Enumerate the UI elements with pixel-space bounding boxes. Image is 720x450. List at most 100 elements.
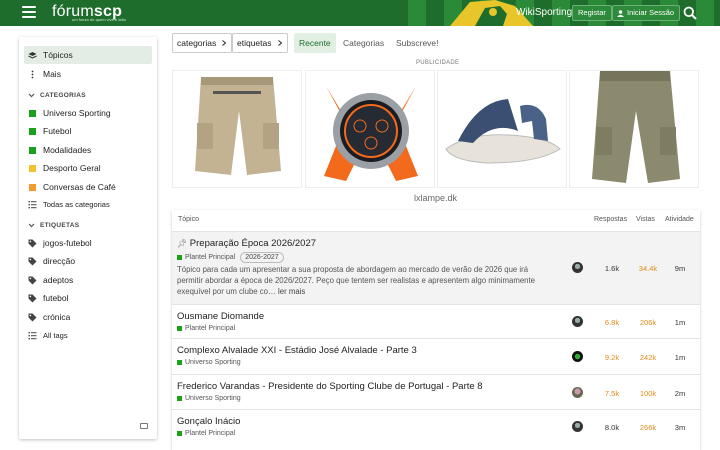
topic-tag[interactable]: 2026-2027 bbox=[240, 252, 284, 263]
all-tags-label: All tags bbox=[43, 330, 68, 340]
sidebar-item-tag[interactable]: jogos-futebol bbox=[24, 234, 152, 252]
replies-count[interactable]: 8.0k bbox=[598, 423, 626, 432]
table-row[interactable]: Gonçalo Inácio Plantel Principal 8.0k 26… bbox=[172, 409, 700, 450]
categories-section-header[interactable]: CATEGORIAS bbox=[28, 92, 86, 99]
category-color-square bbox=[177, 326, 182, 331]
search-icon[interactable] bbox=[683, 6, 697, 20]
tab-recent[interactable]: Recente bbox=[294, 33, 336, 53]
table-row[interactable]: Ousmane Diomande Plantel Principal 6.8k … bbox=[172, 304, 700, 338]
topic-list: Tópico Respostas Vistas Atividade 📌︎ Pre… bbox=[172, 210, 700, 450]
ad-product-watch[interactable] bbox=[305, 70, 435, 188]
activity-time[interactable]: 1m bbox=[667, 353, 693, 362]
replies-count[interactable]: 7.5k bbox=[598, 389, 626, 398]
category-name: Universo Sporting bbox=[185, 395, 241, 402]
col-header-replies[interactable]: Respostas bbox=[594, 216, 627, 223]
topic-title-link[interactable]: 📌︎ Preparação Época 2026/2027 bbox=[177, 238, 316, 249]
replies-count[interactable]: 9.2k bbox=[598, 353, 626, 362]
sidebar-item-all-tags[interactable]: All tags bbox=[24, 326, 152, 344]
category-label: Universo Sporting bbox=[43, 108, 111, 118]
sidebar-item-all-categories[interactable]: Todas as categorias bbox=[24, 195, 152, 213]
read-more-link[interactable]: ler mais bbox=[278, 287, 305, 296]
hamburger-menu-icon[interactable] bbox=[22, 6, 36, 19]
category-color-square bbox=[177, 396, 182, 401]
category-color-square bbox=[29, 127, 36, 135]
sidebar-item-category[interactable]: Desporto Geral bbox=[24, 159, 152, 177]
avatar[interactable] bbox=[572, 421, 583, 432]
col-header-topic[interactable]: Tópico bbox=[178, 216, 199, 223]
category-label: Futebol bbox=[43, 126, 72, 136]
chevron-right-icon bbox=[277, 40, 282, 46]
sidebar-item-category[interactable]: Conversas de Café bbox=[24, 178, 152, 196]
category-color-square bbox=[29, 183, 36, 191]
tag-icon bbox=[28, 276, 37, 285]
replies-count[interactable]: 6.8k bbox=[598, 318, 626, 327]
topic-category[interactable]: Universo Sporting bbox=[177, 395, 241, 402]
tag-label: crónica bbox=[43, 312, 71, 322]
chevron-down-icon bbox=[28, 93, 35, 98]
table-row[interactable]: Frederico Varandas - Presidente do Sport… bbox=[172, 374, 700, 409]
avatar[interactable] bbox=[572, 316, 583, 327]
table-row[interactable]: 📌︎ Preparação Época 2026/2027 Plantel Pr… bbox=[172, 231, 700, 304]
tag-icon bbox=[28, 313, 37, 322]
all-categories-label: Todas as categorias bbox=[43, 199, 110, 209]
activity-time[interactable]: 3m bbox=[667, 423, 693, 432]
category-color-square bbox=[177, 255, 182, 260]
sidebar-item-tag[interactable]: adeptos bbox=[24, 271, 152, 289]
login-label: Iniciar Sessão bbox=[627, 8, 675, 17]
topic-title[interactable]: Ousmane Diomande bbox=[177, 311, 264, 322]
topic-title[interactable]: Gonçalo Inácio bbox=[177, 416, 240, 427]
categories-dropdown-label: categorias bbox=[177, 38, 217, 48]
category-name: Universo Sporting bbox=[185, 359, 241, 366]
ad-label: PUBLICIDADE bbox=[416, 60, 460, 66]
wikisporting-link[interactable]: WikiSporting bbox=[516, 7, 572, 18]
sandal-image bbox=[445, 99, 561, 164]
topic-title[interactable]: Frederico Varandas - Presidente do Sport… bbox=[177, 381, 483, 392]
topic-title: Preparação Época 2026/2027 bbox=[189, 238, 317, 249]
excerpt-text: Tópico para cada um apresentar a sua pro… bbox=[177, 265, 535, 296]
ad-site-link[interactable]: lxlampe.dk bbox=[414, 193, 457, 203]
table-row[interactable]: Complexo Alvalade XXI - Estádio José Alv… bbox=[172, 338, 700, 374]
tags-dropdown[interactable]: etiquetas bbox=[232, 33, 288, 53]
keyboard-icon[interactable] bbox=[140, 423, 148, 429]
sidebar-item-category[interactable]: Futebol bbox=[24, 122, 152, 140]
sidebar-item-category[interactable]: Universo Sporting bbox=[24, 104, 152, 122]
activity-time[interactable]: 9m bbox=[667, 264, 693, 273]
sidebar-item-tag[interactable]: direcção bbox=[24, 252, 152, 270]
activity-time[interactable]: 1m bbox=[667, 318, 693, 327]
topic-category[interactable]: Universo Sporting bbox=[177, 359, 241, 366]
tab-subscribe[interactable]: Subscreve! bbox=[396, 38, 439, 48]
topic-category[interactable]: Plantel Principal 2026-2027 bbox=[177, 252, 284, 263]
sidebar-item-topics[interactable]: Tópicos bbox=[24, 46, 152, 64]
tab-categories[interactable]: Categorias bbox=[343, 38, 384, 48]
sidebar-item-tag[interactable]: crónica bbox=[24, 308, 152, 326]
login-button[interactable]: Iniciar Sessão bbox=[612, 5, 681, 21]
ad-product-shorts[interactable] bbox=[172, 70, 302, 188]
activity-time[interactable]: 2m bbox=[667, 389, 693, 398]
topic-title[interactable]: Complexo Alvalade XXI - Estádio José Alv… bbox=[177, 345, 417, 356]
categories-dropdown[interactable]: categorias bbox=[172, 33, 233, 53]
category-color-square bbox=[29, 164, 36, 172]
tags-dropdown-label: etiquetas bbox=[237, 38, 272, 48]
sidebar-more-label: Mais bbox=[43, 69, 61, 79]
sidebar-item-more[interactable]: Mais bbox=[24, 65, 152, 83]
col-header-activity[interactable]: Atividade bbox=[665, 216, 694, 223]
tag-label: direcção bbox=[43, 256, 76, 266]
views-count: 34.4k bbox=[638, 264, 658, 273]
ad-product-sandal[interactable] bbox=[437, 70, 567, 188]
avatar[interactable] bbox=[572, 262, 583, 273]
topic-category[interactable]: Plantel Principal bbox=[177, 430, 235, 437]
sidebar-item-tag[interactable]: futebol bbox=[24, 289, 152, 307]
category-label: Desporto Geral bbox=[43, 163, 101, 173]
sidebar-item-category[interactable]: Modalidades bbox=[24, 141, 152, 159]
avatar[interactable] bbox=[572, 351, 583, 362]
category-label: Conversas de Café bbox=[43, 182, 116, 192]
replies-count[interactable]: 1.6k bbox=[598, 264, 626, 273]
avatar[interactable] bbox=[572, 387, 583, 398]
tags-section-header[interactable]: ETIQUETAS bbox=[28, 222, 79, 229]
col-header-views[interactable]: Vistas bbox=[636, 216, 655, 223]
tag-label: adeptos bbox=[43, 275, 74, 285]
register-button[interactable]: Registar bbox=[572, 5, 612, 21]
vertical-dots-icon bbox=[28, 70, 37, 79]
ad-product-shorts-2[interactable] bbox=[569, 70, 699, 188]
topic-category[interactable]: Plantel Principal bbox=[177, 325, 235, 332]
